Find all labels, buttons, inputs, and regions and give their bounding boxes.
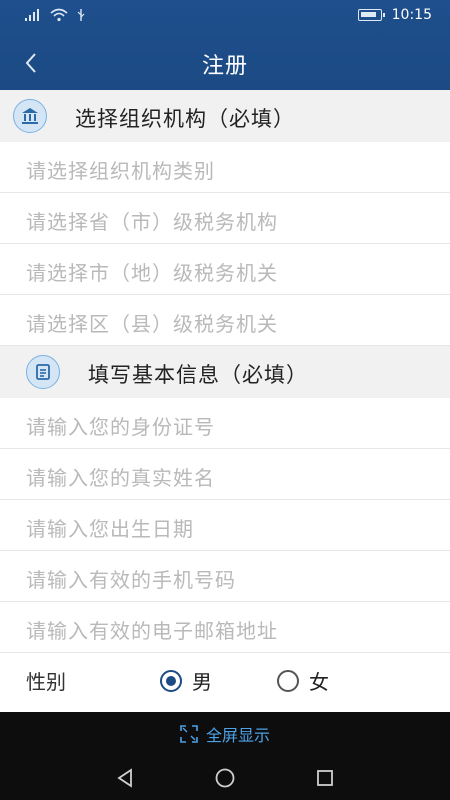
placeholder-text: 请输入有效的电子邮箱地址 (26, 619, 278, 643)
status-bar: 10:15 (0, 0, 450, 32)
gender-female-label: 女 (309, 670, 329, 694)
nav-home-button[interactable] (213, 766, 237, 790)
bank-icon (13, 99, 47, 133)
placeholder-text: 请输入有效的手机号码 (26, 568, 236, 592)
signal-icon (24, 8, 42, 26)
fullscreen-icon (180, 725, 198, 743)
province-tax-select[interactable]: 请选择省（市）级税务机构 (0, 193, 450, 244)
placeholder-text: 请选择市（地）级税务机关 (26, 261, 278, 285)
gender-row: 性别 男 女 (0, 654, 450, 704)
app-header: 10:15 注册 (0, 0, 450, 90)
square-recents-icon (317, 770, 333, 786)
placeholder-text: 请选择省（市）级税务机构 (26, 210, 278, 234)
phone-field[interactable]: 请输入有效的手机号码 (0, 551, 450, 602)
nav-back-button[interactable] (113, 766, 137, 790)
placeholder-text: 请输入您的真实姓名 (26, 466, 215, 490)
radio-checked-icon (160, 669, 182, 692)
section-basic-info: 填写基本信息（必填） (0, 346, 450, 398)
gender-male-label: 男 (192, 670, 212, 694)
org-type-select[interactable]: 请选择组织机构类别 (0, 142, 450, 193)
status-time: 10:15 (391, 7, 432, 23)
gender-label: 性别 (26, 670, 66, 694)
fullscreen-button[interactable]: 全屏显示 (0, 712, 450, 756)
real-name-field[interactable]: 请输入您的真实姓名 (0, 449, 450, 500)
nav-recents-button[interactable] (313, 766, 337, 790)
placeholder-text: 请输入您出生日期 (26, 517, 194, 541)
email-field[interactable]: 请输入有效的电子邮箱地址 (0, 602, 450, 653)
circle-home-icon (215, 768, 235, 788)
gender-female-radio[interactable]: 女 (277, 666, 329, 695)
placeholder-text: 请输入您的身份证号 (26, 415, 215, 439)
triangle-back-icon (117, 768, 132, 788)
section-organization: 选择组织机构（必填） (0, 90, 450, 142)
battery-icon (357, 9, 385, 21)
city-tax-select[interactable]: 请选择市（地）级税务机关 (0, 244, 450, 295)
usb-icon (76, 8, 86, 26)
section-title: 选择组织机构（必填） (75, 107, 295, 131)
title-bar: 注册 (0, 36, 450, 88)
page-title: 注册 (201, 54, 248, 79)
id-number-field[interactable]: 请输入您的身份证号 (0, 398, 450, 449)
document-icon (26, 355, 60, 389)
placeholder-text: 请选择区（县）级税务机关 (26, 312, 278, 336)
placeholder-text: 请选择组织机构类别 (26, 159, 215, 183)
fullscreen-label: 全屏显示 (205, 726, 270, 745)
radio-unchecked-icon (277, 669, 299, 692)
system-nav-bar (0, 756, 450, 800)
wifi-icon (50, 8, 68, 26)
gender-male-radio[interactable]: 男 (160, 666, 212, 695)
section-title: 填写基本信息（必填） (88, 363, 308, 387)
birthdate-field[interactable]: 请输入您出生日期 (0, 500, 450, 551)
district-tax-select[interactable]: 请选择区（县）级税务机关 (0, 295, 450, 346)
